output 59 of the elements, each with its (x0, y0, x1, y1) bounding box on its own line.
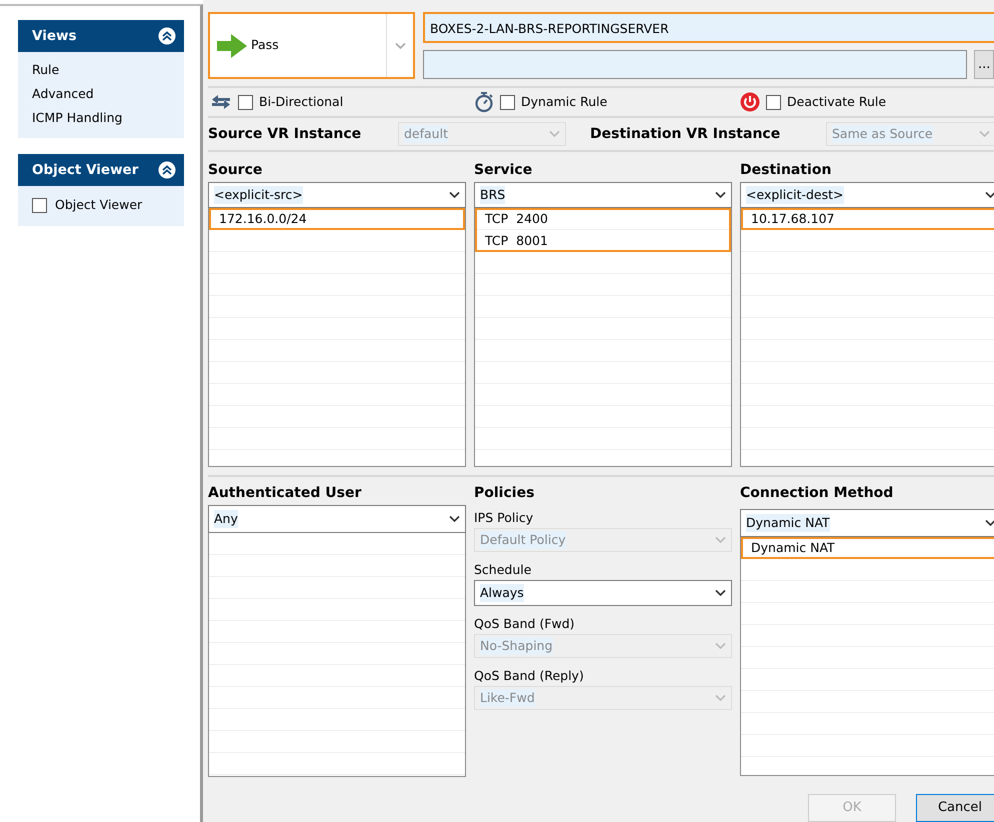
field-label: Source VR Instance (208, 124, 362, 144)
sidebar-link[interactable]: ICMP Handling (32, 106, 170, 130)
checkbox-label: Deactivate Rule (787, 92, 886, 111)
dropdown[interactable]: Always (474, 580, 732, 606)
list-row[interactable]: TCP 2400 (475, 208, 731, 230)
action-dropdown[interactable]: Pass (208, 12, 415, 79)
dropdown[interactable]: Any (208, 505, 466, 533)
chevron-icon (985, 519, 994, 527)
chevron-icon (715, 191, 726, 199)
column-heading: Authenticated User (208, 484, 362, 503)
dialog-button[interactable]: Cancel (916, 794, 994, 822)
checkbox-label: Object Viewer (55, 196, 142, 214)
list-row[interactable]: 172.16.0.0/24 (209, 208, 465, 230)
chevron-icon (449, 191, 460, 199)
column-heading: Service (474, 161, 534, 180)
panel-title: Object Viewer (32, 160, 138, 180)
collapse-icon[interactable] (158, 27, 176, 45)
dropdown[interactable]: Dynamic NAT (740, 509, 994, 537)
chevron-icon (985, 191, 994, 199)
dropdown[interactable]: BRS (474, 182, 732, 208)
description-field[interactable] (423, 50, 967, 79)
checkbox[interactable] (766, 94, 781, 110)
collapse-icon[interactable] (158, 161, 176, 179)
chevron-icon (549, 130, 560, 138)
list-row[interactable]: 10.17.68.107 (741, 208, 994, 230)
checkbox-label: Dynamic Rule (521, 92, 608, 111)
dropdown[interactable]: <explicit-src> (208, 182, 466, 208)
checkbox[interactable] (32, 198, 47, 212)
column-heading: Source (208, 161, 264, 180)
stopwatch-icon (474, 91, 494, 114)
checkbox[interactable] (238, 94, 253, 110)
chevron-icon (395, 42, 406, 50)
arrow-icon (217, 34, 247, 58)
panel-title: Views (32, 26, 77, 46)
list-row[interactable]: Dynamic NAT (741, 537, 994, 559)
field-label: QoS Band (Reply) (474, 667, 585, 685)
field-label: Destination VR Instance (590, 124, 782, 144)
chevron-icon (715, 642, 726, 650)
list-row[interactable]: TCP 8001 (475, 230, 731, 252)
sidebar-link[interactable]: Advanced (32, 82, 170, 106)
field-label: QoS Band (Fwd) (474, 615, 576, 633)
sidebar-link[interactable]: Rule (32, 58, 170, 82)
swap-arrows-icon (210, 94, 232, 110)
chevron-icon (449, 515, 460, 523)
power-icon (740, 92, 760, 112)
column-heading: Destination (740, 161, 832, 180)
column-heading: Connection Method (740, 484, 894, 503)
checkbox[interactable] (500, 94, 515, 110)
field-label: IPS Policy (474, 509, 534, 527)
checkbox-label: Bi-Directional (259, 92, 344, 111)
browse-button[interactable]: ... (974, 50, 994, 79)
chevron-icon (715, 536, 726, 544)
field-label: Schedule (474, 561, 532, 579)
chevron-icon (715, 589, 726, 597)
column-heading: Policies (474, 484, 536, 503)
dropdown[interactable]: <explicit-dest> (740, 182, 994, 208)
chevron-icon (979, 130, 990, 138)
chevron-icon (715, 694, 726, 702)
name-field[interactable]: BOXES-2-LAN-BRS-REPORTINGSERVER (423, 12, 994, 43)
